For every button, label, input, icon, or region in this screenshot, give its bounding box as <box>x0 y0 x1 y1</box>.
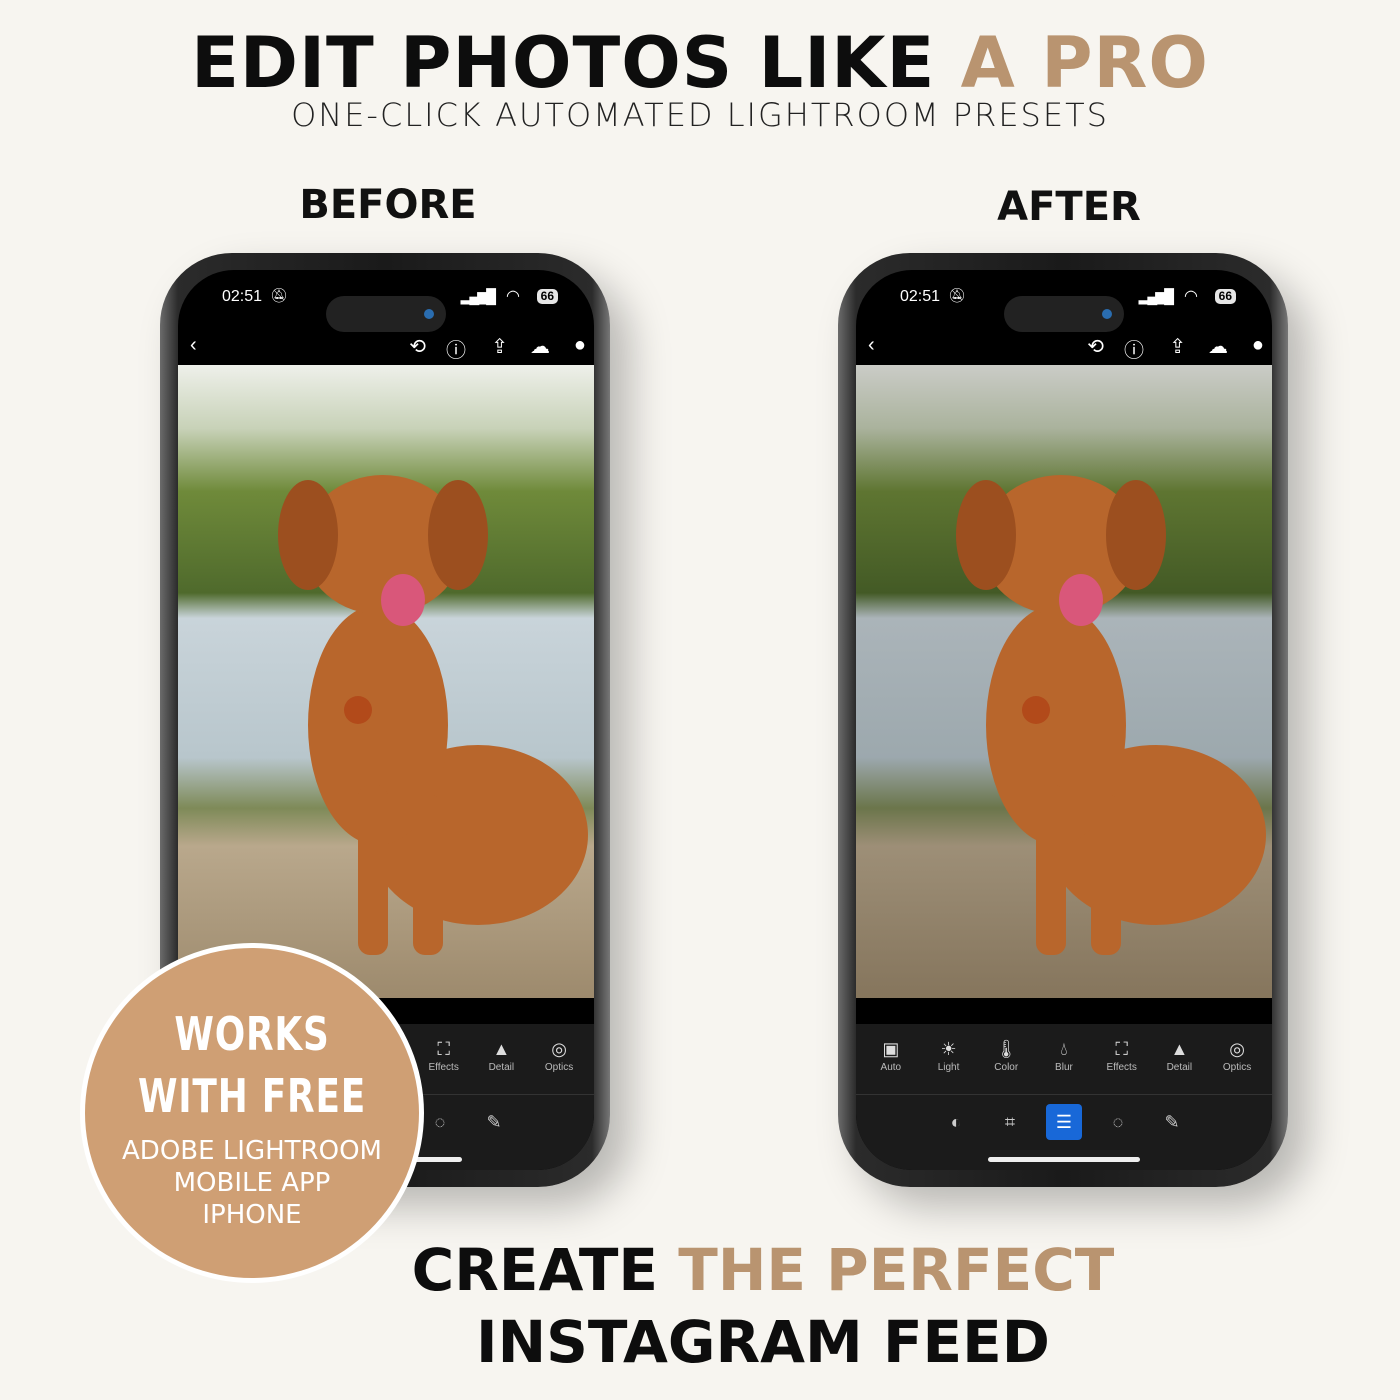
badge-line: IPHONE <box>202 1200 302 1230</box>
signal-icon: ▂▄▆█ <box>460 288 496 304</box>
tool-color[interactable]: 🌡︎ Color <box>979 1036 1033 1096</box>
mute-icon: 🔕︎ <box>948 287 966 303</box>
lens-icon: ◎ <box>1229 1039 1245 1059</box>
photo-preview <box>178 365 594 998</box>
history-icon[interactable]: ⟲ <box>409 334 426 359</box>
tool-label: Optics <box>1222 1062 1252 1073</box>
edit-panel: ▣ Auto ☀ Light 🌡︎ Color 💧︎ Blur ⛶ Effects ▲ Detail ◎… <box>856 1024 1272 1170</box>
back-icon[interactable]: ‹ <box>868 334 875 357</box>
edit-sliders-icon[interactable]: ☰ <box>1046 1104 1082 1140</box>
tool-effects[interactable]: ⛶ Effects <box>417 1036 471 1096</box>
mute-icon: 🔕︎ <box>270 287 288 303</box>
tool-detail[interactable]: ▲ Detail <box>1152 1036 1206 1096</box>
dynamic-island <box>1004 296 1124 332</box>
divider <box>856 1094 1272 1095</box>
status-bar: 02:51 🔕︎ ▂▄▆█ ◠ 66 <box>856 286 1272 332</box>
battery-icon: 66 <box>536 289 558 304</box>
tool-effects[interactable]: ⛶ Effects <box>1095 1036 1149 1096</box>
badge-line: WITH FREE <box>137 1069 367 1123</box>
headline: EDIT PHOTOS LIKE A PRO <box>191 22 1209 104</box>
tool-label: Blur <box>1055 1062 1073 1073</box>
wifi-icon: ◠ <box>506 288 520 305</box>
bottom-toolbar: ◐ ⌗ ☰ ◌ ✎ <box>856 1104 1272 1140</box>
tool-label: Color <box>994 1062 1019 1073</box>
footer-line-2: INSTAGRAM FEED <box>476 1308 1050 1376</box>
dog-photo <box>178 365 594 998</box>
sun-icon: ☀ <box>940 1039 957 1059</box>
tool-optics[interactable]: ◎ Optics <box>532 1036 586 1096</box>
presets-icon[interactable]: ◐ <box>938 1104 974 1140</box>
clock: 02:51 <box>900 288 941 305</box>
masking-icon[interactable]: ◌ <box>1100 1104 1136 1140</box>
vignette-icon: ⛶ <box>437 1039 450 1059</box>
lens-icon: ◎ <box>551 1039 567 1059</box>
healing-icon[interactable]: ✎ <box>1154 1104 1190 1140</box>
tool-auto[interactable]: ▣ Auto <box>864 1036 918 1096</box>
tool-label: Optics <box>544 1062 574 1073</box>
photo-preview <box>856 365 1272 998</box>
camera <box>1102 309 1112 319</box>
thermometer-icon: 🌡︎ <box>994 1039 1018 1059</box>
more-icon[interactable]: ● <box>1252 334 1264 357</box>
crop-icon[interactable]: ⌗ <box>992 1104 1028 1140</box>
signal-icon: ▂▄▆█ <box>1138 288 1174 304</box>
top-toolbar: ‹ ⟲ ⓘ ⇪ ☁ ● <box>178 332 594 362</box>
masking-icon[interactable]: ◌ <box>422 1104 458 1140</box>
after-phone: 02:51 🔕︎ ▂▄▆█ ◠ 66 ‹ ⟲ ⓘ ⇪ ☁ ● ▣ Auto ☀ Lig… <box>838 253 1288 1187</box>
subtitle: ONE-CLICK AUTOMATED LIGHTROOM PRESETS <box>291 96 1109 134</box>
cloud-sync-icon[interactable]: ☁ <box>530 334 550 359</box>
tool-label: Detail <box>1166 1062 1193 1073</box>
dynamic-island <box>326 296 446 332</box>
battery-icon: 66 <box>1214 289 1236 304</box>
badge-line: ADOBE LIGHTROOM <box>122 1136 382 1166</box>
back-icon[interactable]: ‹ <box>190 334 197 357</box>
history-icon[interactable]: ⟲ <box>1087 334 1104 359</box>
help-icon[interactable]: ⓘ <box>1124 334 1144 363</box>
auto-icon: ▣ <box>882 1039 900 1059</box>
phone-screen: 02:51 🔕︎ ▂▄▆█ ◠ 66 ‹ ⟲ ⓘ ⇪ ☁ ● ▣ Auto ☀ Lig… <box>856 270 1272 1170</box>
status-bar: 02:51 🔕︎ ▂▄▆█ ◠ 66 <box>178 286 594 332</box>
tool-label: Auto <box>880 1062 902 1073</box>
camera <box>424 309 434 319</box>
share-icon[interactable]: ⇪ <box>491 334 508 359</box>
share-icon[interactable]: ⇪ <box>1169 334 1186 359</box>
compatibility-badge: WORKS WITH FREE ADOBE LIGHTROOM MOBILE APP… <box>80 943 424 1283</box>
healing-icon[interactable]: ✎ <box>476 1104 512 1140</box>
more-icon[interactable]: ● <box>574 334 586 357</box>
tool-label: Detail <box>488 1062 515 1073</box>
tool-blur[interactable]: 💧︎ Blur <box>1037 1036 1091 1096</box>
tool-light[interactable]: ☀ Light <box>922 1036 976 1096</box>
cloud-sync-icon[interactable]: ☁ <box>1208 334 1228 359</box>
badge-line: WORKS <box>174 1007 330 1061</box>
footer-line-1: CREATE THE PERFECT <box>411 1236 1115 1304</box>
tool-strip: ▣ Auto ☀ Light 🌡︎ Color 💧︎ Blur ⛶ Effects ▲ Detail ◎… <box>856 1036 1272 1096</box>
wifi-icon: ◠ <box>1184 288 1198 305</box>
drop-icon: 💧︎ <box>1060 1039 1068 1059</box>
vignette-icon: ⛶ <box>1115 1039 1128 1059</box>
triangle-icon: ▲ <box>492 1039 511 1059</box>
triangle-icon: ▲ <box>1170 1039 1189 1059</box>
tool-label: Effects <box>1106 1062 1137 1073</box>
after-label: AFTER <box>997 184 1141 230</box>
before-label: BEFORE <box>299 182 477 228</box>
badge-line: MOBILE APP <box>173 1168 331 1198</box>
help-icon[interactable]: ⓘ <box>446 334 466 363</box>
dog-photo <box>856 365 1272 998</box>
tool-detail[interactable]: ▲ Detail <box>474 1036 528 1096</box>
tool-label: Light <box>937 1062 960 1073</box>
tool-label: Effects <box>428 1062 459 1073</box>
tool-optics[interactable]: ◎ Optics <box>1210 1036 1264 1096</box>
top-toolbar: ‹ ⟲ ⓘ ⇪ ☁ ● <box>856 332 1272 362</box>
home-indicator[interactable] <box>988 1157 1140 1162</box>
clock: 02:51 <box>222 288 263 305</box>
